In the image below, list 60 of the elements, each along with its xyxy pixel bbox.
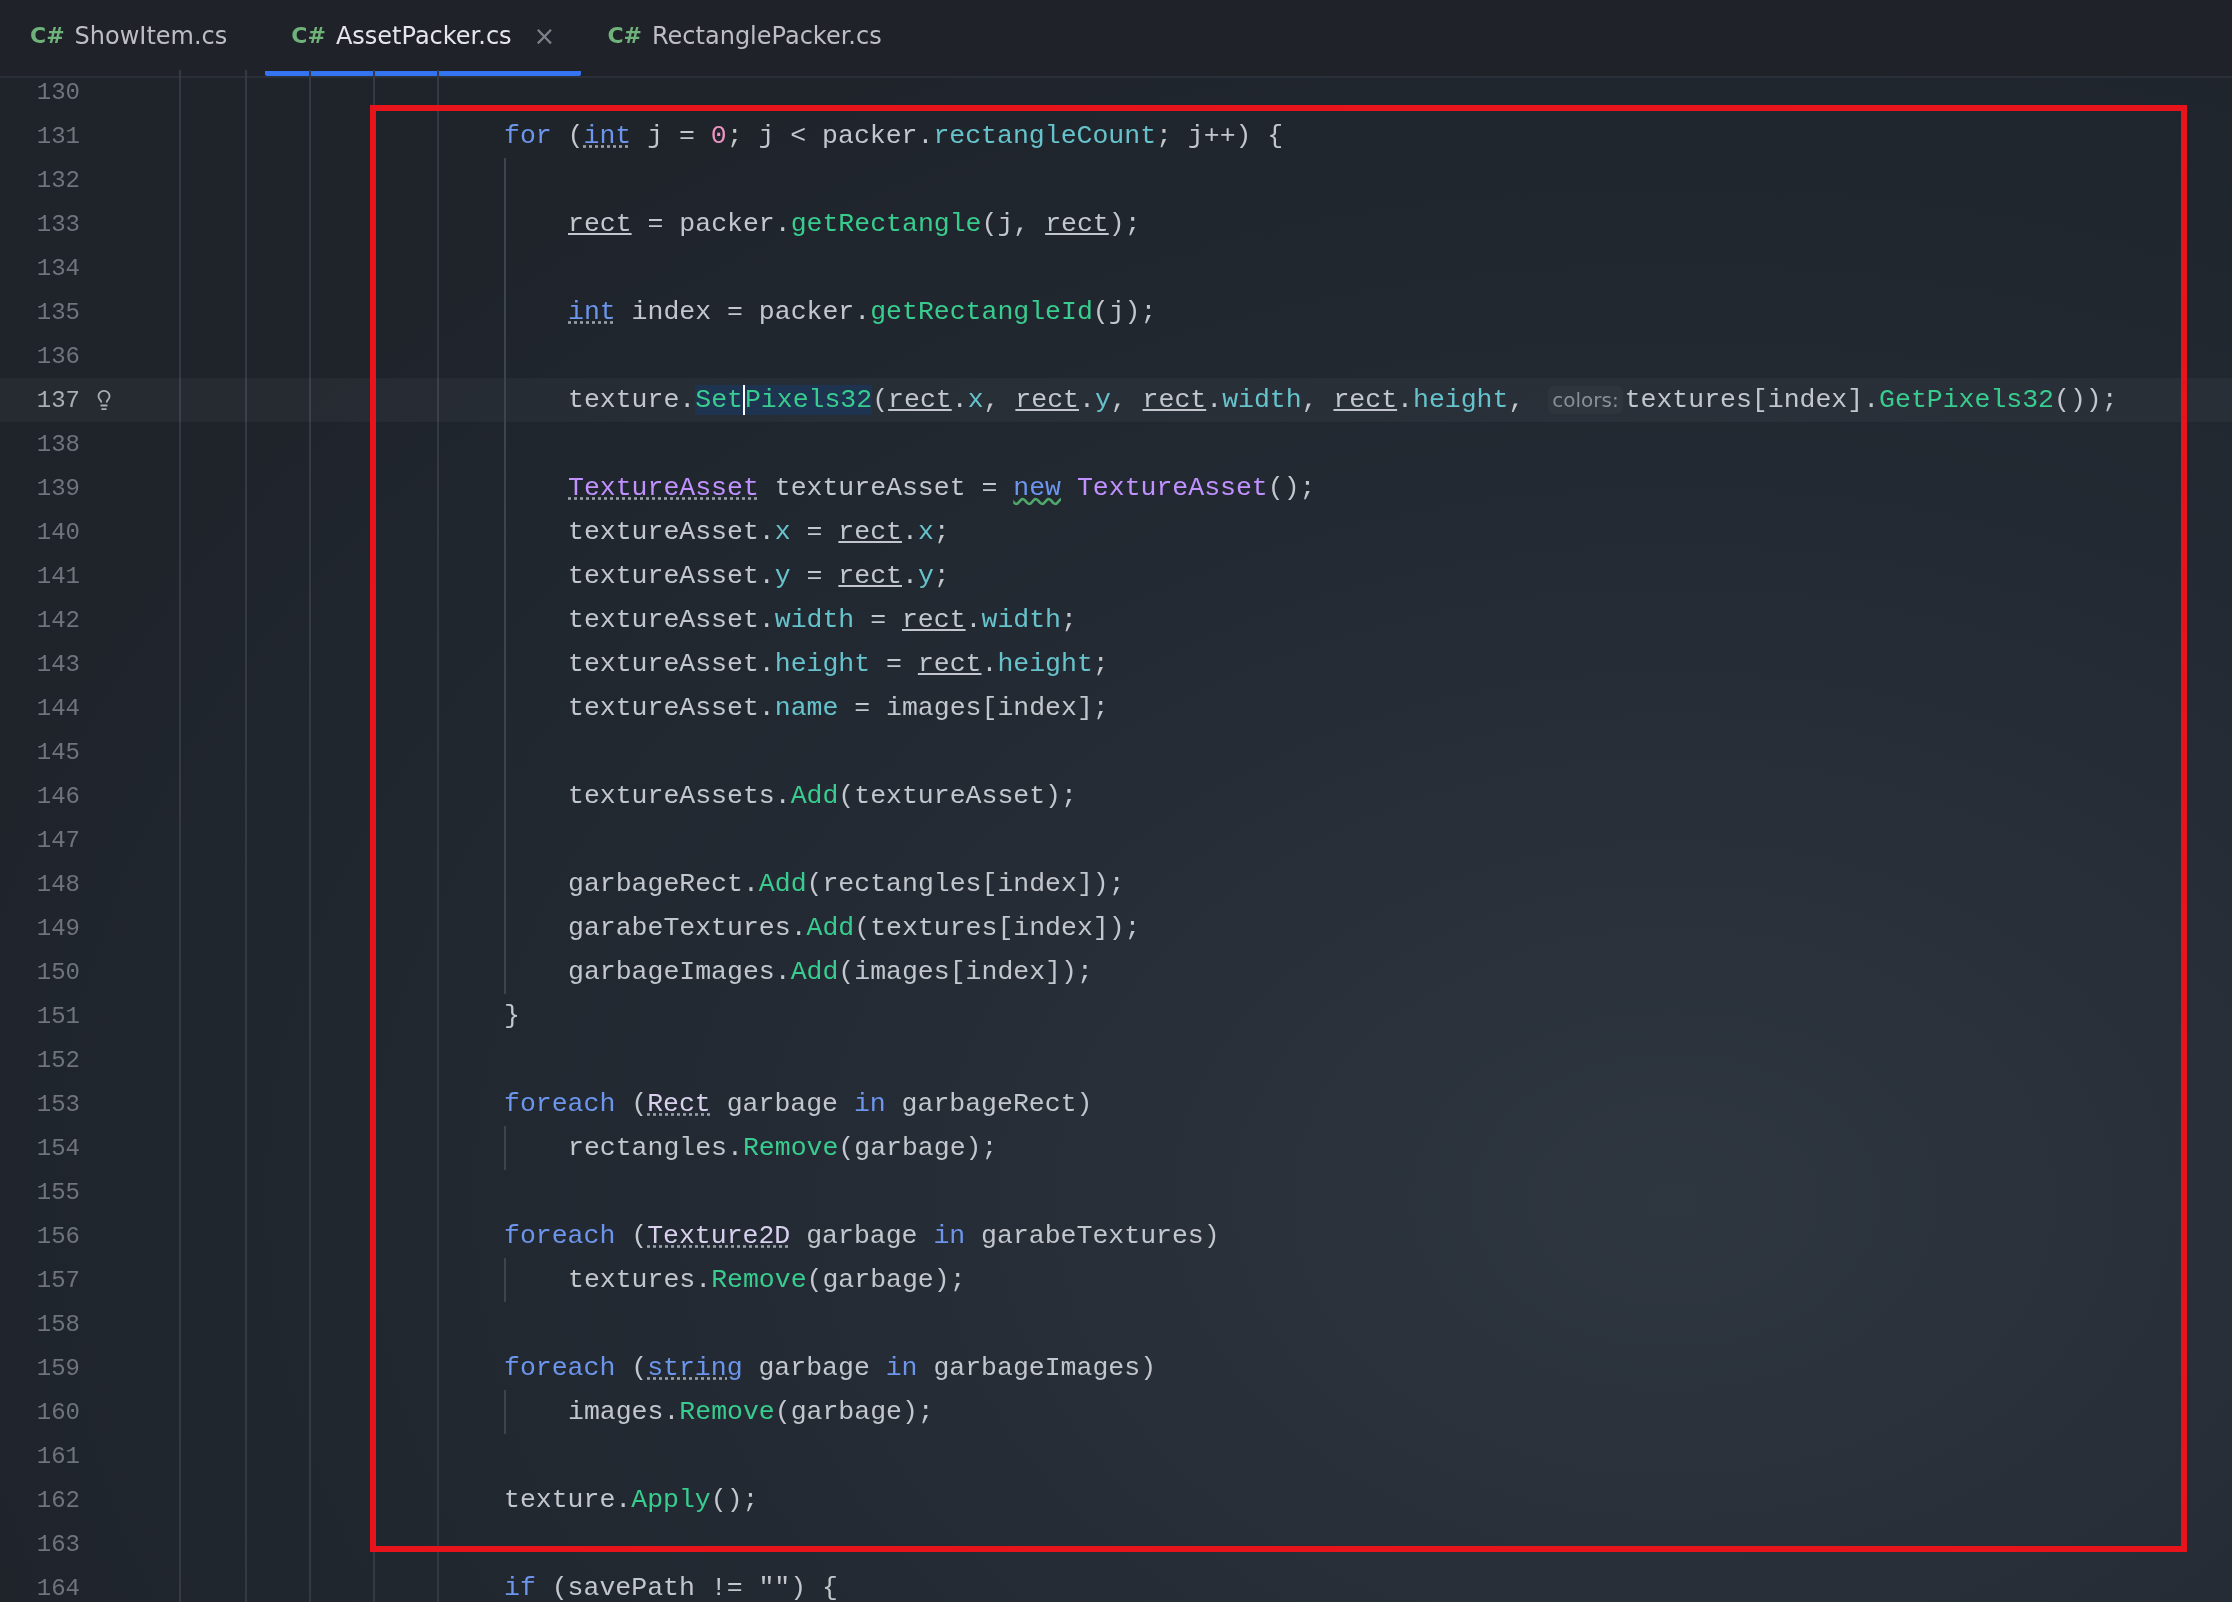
line-number: 142 — [35, 606, 80, 634]
line-number: 161 — [35, 1442, 80, 1470]
line-number: 159 — [35, 1354, 80, 1382]
line-number: 151 — [35, 1002, 80, 1030]
line-number: 157 — [35, 1266, 80, 1294]
line-number: 152 — [35, 1046, 80, 1074]
line-number: 163 — [35, 1530, 80, 1558]
code-line: rectangles.Remove(garbage); — [568, 1133, 998, 1163]
line-number: 145 — [35, 738, 80, 766]
line-number: 146 — [35, 782, 80, 810]
code-line: int index = packer.getRectangleId(j); — [568, 297, 1157, 327]
line-number: 136 — [35, 342, 80, 370]
line-number: 140 — [35, 518, 80, 546]
line-number: 137 — [35, 386, 80, 414]
code-line: foreach (Rect garbage in garbageRect) — [504, 1089, 1093, 1119]
code-line: texture.Apply(); — [504, 1485, 759, 1515]
line-number: 150 — [35, 958, 80, 986]
line-number: 130 — [35, 78, 80, 106]
line-number: 147 — [35, 826, 80, 854]
line-number: 134 — [35, 254, 80, 282]
file-tab[interactable]: C# ShowItem.cs — [4, 0, 254, 76]
code-line: garabeTextures.Add(textures[index]); — [568, 913, 1141, 943]
line-number: 144 — [35, 694, 80, 722]
line-number: 148 — [35, 870, 80, 898]
code-line: textureAsset.name = images[index]; — [568, 693, 1109, 723]
code-line: textureAsset.height = rect.height; — [568, 649, 1109, 679]
code-line: foreach (string garbage in garbageImages) — [504, 1353, 1157, 1383]
file-tab[interactable]: C# RectanglePacker.cs — [581, 0, 908, 76]
line-number: 138 — [35, 430, 80, 458]
line-number: 133 — [35, 210, 80, 238]
line-number: 156 — [35, 1222, 80, 1250]
line-number: 154 — [35, 1134, 80, 1162]
line-number: 164 — [35, 1574, 80, 1602]
code-line: textureAsset.y = rect.y; — [568, 561, 950, 591]
code-line: TextureAsset textureAsset = new TextureAsset(); — [568, 473, 1316, 503]
code-line: if (savePath != "") { — [504, 1573, 838, 1602]
code-line: rect = packer.getRectangle(j, rect); — [568, 209, 1141, 239]
line-number: 160 — [35, 1398, 80, 1426]
code-line: textureAsset.width = rect.width; — [568, 605, 1077, 635]
line-number: 162 — [35, 1486, 80, 1514]
line-number: 141 — [35, 562, 80, 590]
code-line: textureAsset.x = rect.x; — [568, 517, 950, 547]
code-line: } — [504, 1001, 520, 1031]
line-number: 143 — [35, 650, 80, 678]
line-number: 131 — [35, 122, 80, 150]
code-line: garbageRect.Add(rectangles[index]); — [568, 869, 1125, 899]
line-number: 149 — [35, 914, 80, 942]
code-line: garbageImages.Add(images[index]); — [568, 957, 1093, 987]
line-number: 158 — [35, 1310, 80, 1338]
line-number: 135 — [35, 298, 80, 326]
code-line: images.Remove(garbage); — [568, 1397, 934, 1427]
line-number: 155 — [35, 1178, 80, 1206]
line-number: 132 — [35, 166, 80, 194]
code-line: textures.Remove(garbage); — [568, 1265, 966, 1295]
line-number: 139 — [35, 474, 80, 502]
code-line: for (int j = 0; j < packer.rectangleCount; j++) { — [504, 121, 1284, 151]
code-line: texture.Set Pixels32(rect.x, rect.y, rect.width, rect.height, colors: textures[index].GetPixels32()); — [568, 385, 2118, 415]
line-number: 153 — [35, 1090, 80, 1118]
code-line: textureAssets.Add(textureAsset); — [568, 781, 1077, 811]
code-line: foreach (Texture2D garbage in garabeTextures) — [504, 1221, 1220, 1251]
